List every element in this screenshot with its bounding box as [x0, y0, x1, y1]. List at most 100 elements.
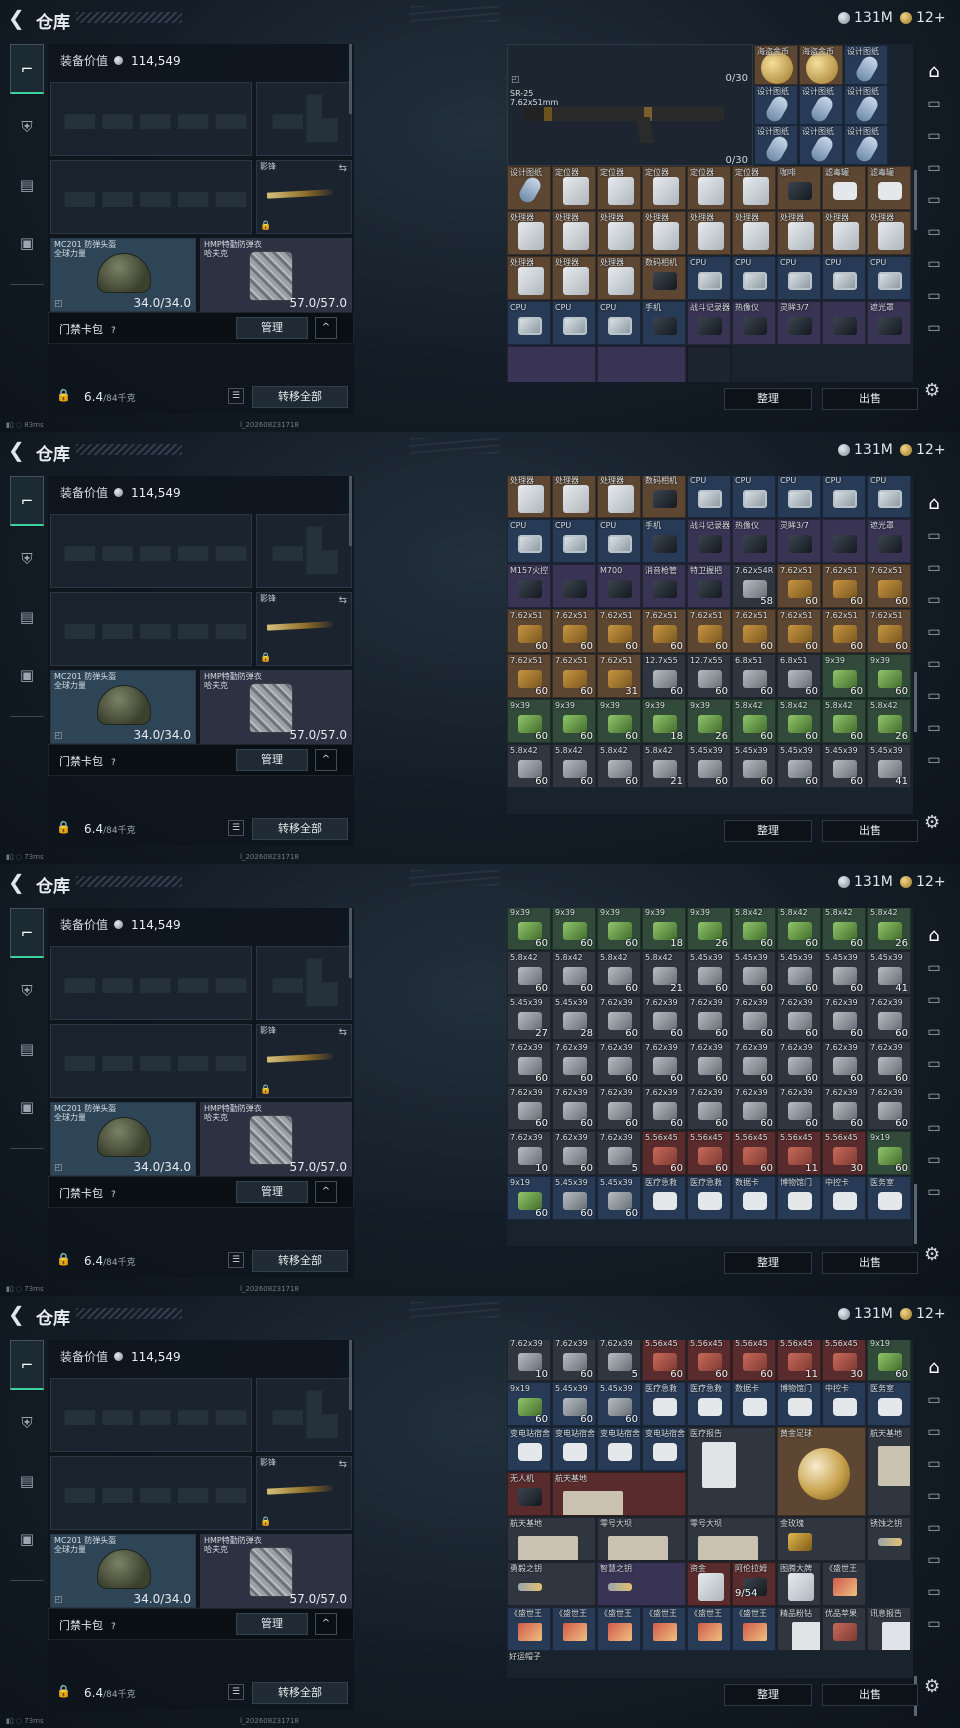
grid-item[interactable]: 7.62x39 60 — [732, 1086, 776, 1130]
gold-currency[interactable]: 12+ — [900, 9, 946, 27]
grid-item[interactable]: 7.62x51 60 — [642, 609, 686, 653]
grid-item[interactable]: 9x39 60 — [867, 654, 911, 698]
grid-item[interactable]: 航天基地 — [507, 1517, 596, 1561]
camera-icon[interactable]: ▭ — [920, 1114, 948, 1142]
grid-item[interactable]: 处理器 — [507, 256, 551, 300]
grid-item[interactable]: 7.62x39 60 — [642, 1041, 686, 1085]
settings-gear-icon[interactable]: ⚙ — [924, 812, 940, 833]
pistol-slot[interactable]: ▬▙ — [256, 1378, 352, 1452]
equip-scrollbar[interactable] — [349, 1340, 352, 1410]
grid-item[interactable]: 咖啡 — [777, 166, 821, 210]
grid-item[interactable]: 7.62x39 60 — [552, 1041, 596, 1085]
helmet-icon[interactable]: ⛨ — [10, 102, 44, 152]
grid-item[interactable]: CPU — [867, 476, 911, 518]
message-icon[interactable]: ▭ — [920, 1146, 948, 1174]
grid-item[interactable]: 战斗记录器 — [687, 519, 731, 563]
list-icon[interactable]: ☰ — [228, 388, 244, 404]
sort-button[interactable]: 整理 — [724, 1684, 812, 1706]
transfer-all-button[interactable]: 转移全部 — [252, 1682, 348, 1704]
grid-item[interactable]: 数码相机 — [642, 476, 686, 518]
message-icon[interactable]: ▭ — [920, 986, 948, 1014]
camera-icon[interactable]: ▭ — [920, 682, 948, 710]
camera-icon[interactable]: ▭ — [920, 1450, 948, 1478]
grid-item[interactable]: 7.62x39 60 — [687, 996, 731, 1040]
collapse-button[interactable]: ^ — [315, 1181, 337, 1203]
swap-icon[interactable]: ⇆ — [339, 163, 347, 174]
grid-item[interactable]: 7.62x39 60 — [597, 1041, 641, 1085]
camera-icon[interactable]: ▭ — [920, 1018, 948, 1046]
grid-item[interactable]: 处理器 — [552, 211, 596, 255]
grid-item[interactable]: 7.62x39 60 — [552, 1086, 596, 1130]
grid-item[interactable]: 7.62x39 60 — [642, 996, 686, 1040]
collapse-button[interactable]: ^ — [315, 1613, 337, 1635]
grid-item[interactable]: CPU — [777, 476, 821, 518]
grid-item[interactable]: 灵眸3/7 — [777, 301, 821, 345]
list-icon[interactable]: ☰ — [228, 820, 244, 836]
armor-slot[interactable]: HMP特勤防弹衣 哈夫克 57.0/57.0 — [200, 1102, 352, 1176]
grid-item[interactable]: 遮光罩 — [867, 519, 911, 563]
collapse-button[interactable]: ^ — [315, 317, 337, 339]
grid-item[interactable]: 《盛世王 — [822, 1562, 866, 1606]
sort-button[interactable]: 整理 — [724, 820, 812, 842]
grid-item[interactable]: 设计图纸 — [844, 45, 888, 85]
grid-item[interactable]: 5.45x39 60 — [687, 744, 731, 788]
back-icon[interactable]: ❮ — [8, 871, 30, 893]
pistol-slot[interactable]: ▬▙ — [256, 946, 352, 1020]
grid-scrollbar[interactable] — [914, 1184, 917, 1244]
grid-item[interactable]: 7.62x39 60 — [867, 996, 911, 1040]
pistol-slot[interactable]: ▬▙ — [256, 82, 352, 156]
message-icon[interactable]: ▭ — [920, 1578, 948, 1606]
message-icon[interactable]: ▭ — [920, 650, 948, 678]
grid-item[interactable]: 图腾大牌 — [777, 1562, 821, 1606]
silver-currency[interactable]: 131M — [838, 1305, 893, 1323]
grid-item[interactable]: 9x39 26 — [687, 699, 731, 743]
camera-icon[interactable]: ▭ — [920, 1546, 948, 1574]
grid-item[interactable]: 9x19 60 — [507, 1176, 551, 1220]
gold-currency[interactable]: 12+ — [900, 873, 946, 891]
grid-item[interactable]: 处理器 — [552, 256, 596, 300]
sort-button[interactable]: 整理 — [724, 388, 812, 410]
grid-item[interactable]: 博物馆门 — [777, 1382, 821, 1426]
back-icon[interactable]: ❮ — [8, 439, 30, 461]
grid-item[interactable]: 零号大坝 — [687, 1517, 776, 1561]
grid-item[interactable]: 5.56x45 60 — [732, 1131, 776, 1175]
grid-item[interactable]: 5.56x45 60 — [642, 1131, 686, 1175]
briefcase-icon[interactable]: ▣ — [10, 1514, 44, 1564]
pistol-icon[interactable]: ⌐ — [10, 1340, 44, 1390]
primary-weapon-slot[interactable]: ▬▬▬▬▬ — [50, 946, 252, 1020]
grid-item[interactable]: 7.62x39 60 — [867, 1041, 911, 1085]
collapse-button[interactable]: ^ — [315, 749, 337, 771]
grid-item[interactable]: 滤毒罐 — [822, 166, 866, 210]
grid-item[interactable]: 中控卡 — [822, 1176, 866, 1220]
grid-item[interactable]: 7.62x39 60 — [777, 1086, 821, 1130]
help-icon[interactable]: ? — [111, 326, 116, 336]
help-icon[interactable]: ? — [111, 1622, 116, 1632]
grid-item[interactable]: CPU — [822, 476, 866, 518]
grid-item[interactable]: 处理器 — [597, 211, 641, 255]
camera-icon[interactable]: ▭ — [920, 1482, 948, 1510]
grid-item[interactable]: 锈蚀之钥 — [867, 1517, 911, 1561]
grid-item[interactable]: 5.45x39 60 — [777, 951, 821, 995]
grid-item[interactable]: 设计图纸 — [799, 125, 843, 165]
grid-item[interactable]: 优品苹果 — [822, 1607, 866, 1651]
grid-item[interactable]: 智慧之钥 — [597, 1562, 686, 1606]
grid-item[interactable]: 变电站宿舍 — [507, 1427, 551, 1471]
grid-item[interactable]: CPU — [507, 301, 551, 345]
clipboard-icon[interactable]: ▤ — [10, 1456, 44, 1506]
grid-item[interactable] — [822, 301, 866, 345]
grid-item[interactable]: CPU — [732, 476, 776, 518]
grid-item[interactable]: 定位器 — [687, 166, 731, 210]
sell-button[interactable]: 出售 — [822, 1684, 918, 1706]
message-icon[interactable]: ▭ — [920, 282, 948, 310]
grid-item[interactable]: 金玫瑰 — [777, 1517, 866, 1561]
grid-item[interactable]: 5.45x39 41 — [867, 744, 911, 788]
silver-currency[interactable]: 131M — [838, 9, 893, 27]
manage-button[interactable]: 管理 — [236, 749, 308, 771]
armor-slot[interactable]: HMP特勤防弹衣 哈夫克 57.0/57.0 — [200, 670, 352, 744]
grid-item[interactable]: 5.56x45 60 — [687, 1131, 731, 1175]
home-icon[interactable]: ⌂ — [920, 490, 948, 518]
grid-item[interactable]: M157火控 — [507, 564, 551, 608]
grid-item[interactable]: 医务室 — [867, 1382, 911, 1426]
grid-item[interactable]: 7.62x51 60 — [552, 609, 596, 653]
grid-item[interactable] — [507, 346, 596, 382]
